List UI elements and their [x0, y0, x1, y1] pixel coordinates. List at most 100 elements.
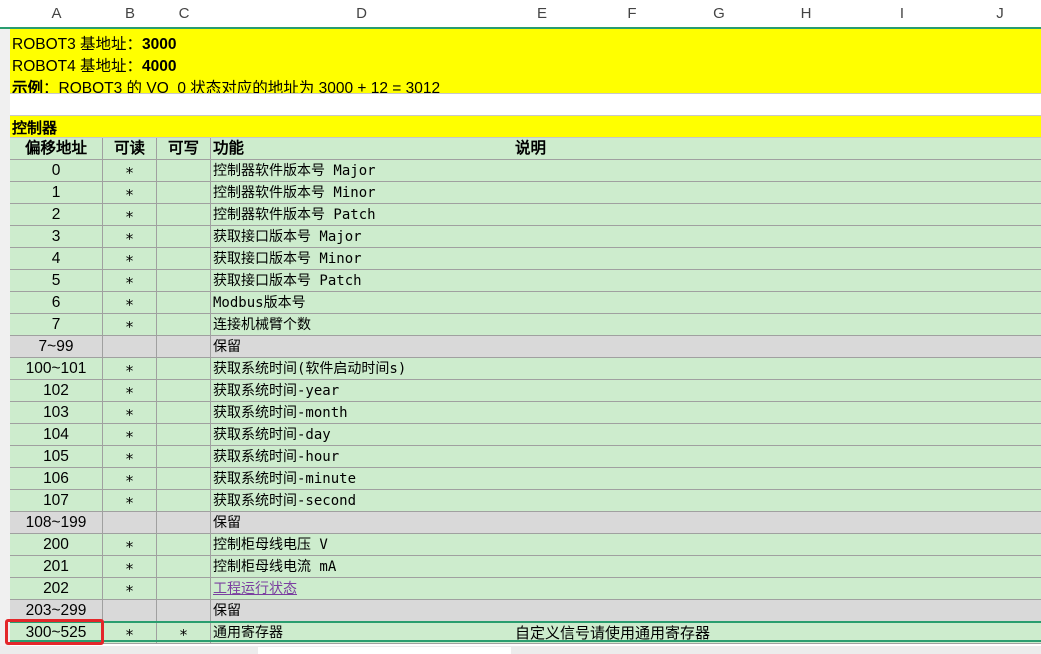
readable-cell[interactable] [103, 600, 157, 622]
readable-cell[interactable]: * [103, 424, 157, 446]
offset-cell[interactable]: 102 [10, 380, 103, 402]
description-cell[interactable] [512, 556, 1041, 578]
writable-cell[interactable] [157, 292, 211, 314]
description-cell[interactable]: 自定义信号请使用通用寄存器 [512, 622, 1041, 644]
header-offset[interactable]: 偏移地址 [10, 138, 103, 160]
blank-row[interactable] [10, 94, 1041, 116]
readable-cell[interactable]: * [103, 402, 157, 424]
column-header-f[interactable]: F [602, 0, 662, 27]
writable-cell[interactable] [157, 600, 211, 622]
readable-cell[interactable] [103, 512, 157, 534]
column-header-h[interactable]: H [776, 0, 836, 27]
writable-cell[interactable] [157, 160, 211, 182]
description-cell[interactable] [512, 204, 1041, 226]
readable-cell[interactable]: * [103, 160, 157, 182]
readable-cell[interactable]: * [103, 578, 157, 600]
offset-cell[interactable]: 201 [10, 556, 103, 578]
readable-cell[interactable]: * [103, 556, 157, 578]
offset-cell[interactable]: 2 [10, 204, 103, 226]
writable-cell[interactable] [157, 402, 211, 424]
description-cell[interactable] [512, 182, 1041, 204]
offset-cell[interactable]: 202 [10, 578, 103, 600]
description-cell[interactable] [512, 490, 1041, 512]
description-cell[interactable] [512, 578, 1041, 600]
writable-cell[interactable] [157, 534, 211, 556]
description-cell[interactable] [512, 358, 1041, 380]
readable-cell[interactable] [103, 336, 157, 358]
function-cell[interactable]: 获取系统时间-day [211, 424, 513, 446]
writable-cell[interactable] [157, 358, 211, 380]
function-cell[interactable]: 控制柜母线电流 mA [211, 556, 513, 578]
function-cell[interactable]: 获取接口版本号 Minor [211, 248, 513, 270]
column-header-e[interactable]: E [512, 0, 572, 27]
readable-cell[interactable]: * [103, 358, 157, 380]
writable-cell[interactable] [157, 270, 211, 292]
offset-cell[interactable]: 1 [10, 182, 103, 204]
writable-cell[interactable] [157, 380, 211, 402]
column-header-j[interactable]: J [970, 0, 1030, 27]
column-header-a[interactable]: A [10, 0, 103, 27]
function-cell[interactable]: Modbus版本号 [211, 292, 513, 314]
column-header-b[interactable]: B [103, 0, 157, 27]
description-cell[interactable] [512, 468, 1041, 490]
writable-cell[interactable] [157, 314, 211, 336]
readable-cell[interactable]: * [103, 248, 157, 270]
horizontal-scrollbar[interactable] [258, 647, 511, 654]
writable-cell[interactable] [157, 468, 211, 490]
description-cell[interactable] [512, 292, 1041, 314]
column-header-g[interactable]: G [689, 0, 749, 27]
readable-cell[interactable]: * [103, 622, 157, 644]
writable-cell[interactable] [157, 204, 211, 226]
function-cell[interactable]: 工程运行状态 [211, 578, 513, 600]
description-cell[interactable] [512, 380, 1041, 402]
readable-cell[interactable]: * [103, 204, 157, 226]
description-cell[interactable] [512, 402, 1041, 424]
header-function[interactable]: 功能 [211, 138, 513, 160]
offset-cell[interactable]: 5 [10, 270, 103, 292]
function-cell[interactable]: 保留 [211, 600, 513, 622]
header-readable[interactable]: 可读 [103, 138, 157, 160]
description-cell[interactable] [512, 534, 1041, 556]
readable-cell[interactable]: * [103, 534, 157, 556]
function-cell[interactable]: 获取系统时间-second [211, 490, 513, 512]
function-cell[interactable]: 获取接口版本号 Patch [211, 270, 513, 292]
writable-cell[interactable] [157, 446, 211, 468]
offset-cell[interactable]: 103 [10, 402, 103, 424]
writable-cell[interactable] [157, 424, 211, 446]
readable-cell[interactable]: * [103, 182, 157, 204]
function-cell[interactable]: 控制器软件版本号 Minor [211, 182, 513, 204]
offset-cell[interactable]: 7 [10, 314, 103, 336]
readable-cell[interactable]: * [103, 314, 157, 336]
function-cell[interactable]: 通用寄存器 [211, 622, 513, 644]
description-cell[interactable] [512, 600, 1041, 622]
function-cell[interactable]: 获取系统时间(软件启动时间s) [211, 358, 513, 380]
description-cell[interactable] [512, 226, 1041, 248]
readable-cell[interactable]: * [103, 468, 157, 490]
writable-cell[interactable] [157, 578, 211, 600]
offset-cell[interactable]: 105 [10, 446, 103, 468]
readable-cell[interactable]: * [103, 490, 157, 512]
column-header-c[interactable]: C [157, 0, 211, 27]
description-cell[interactable] [512, 270, 1041, 292]
offset-cell[interactable]: 104 [10, 424, 103, 446]
header-description[interactable]: 说明 [512, 138, 1041, 160]
function-link[interactable]: 工程运行状态 [213, 581, 297, 597]
writable-cell[interactable] [157, 490, 211, 512]
writable-cell[interactable]: * [157, 622, 211, 644]
description-cell[interactable] [512, 314, 1041, 336]
writable-cell[interactable] [157, 248, 211, 270]
offset-cell[interactable]: 3 [10, 226, 103, 248]
offset-cell[interactable]: 107 [10, 490, 103, 512]
section-title-row[interactable]: 控制器 [10, 116, 1041, 138]
offset-cell[interactable]: 0 [10, 160, 103, 182]
function-cell[interactable]: 获取系统时间-year [211, 380, 513, 402]
writable-cell[interactable] [157, 226, 211, 248]
description-cell[interactable] [512, 512, 1041, 534]
function-cell[interactable]: 获取系统时间-minute [211, 468, 513, 490]
function-cell[interactable]: 获取系统时间-month [211, 402, 513, 424]
writable-cell[interactable] [157, 512, 211, 534]
offset-cell[interactable]: 106 [10, 468, 103, 490]
offset-cell[interactable]: 108~199 [10, 512, 103, 534]
offset-cell[interactable]: 200 [10, 534, 103, 556]
offset-cell[interactable]: 100~101 [10, 358, 103, 380]
